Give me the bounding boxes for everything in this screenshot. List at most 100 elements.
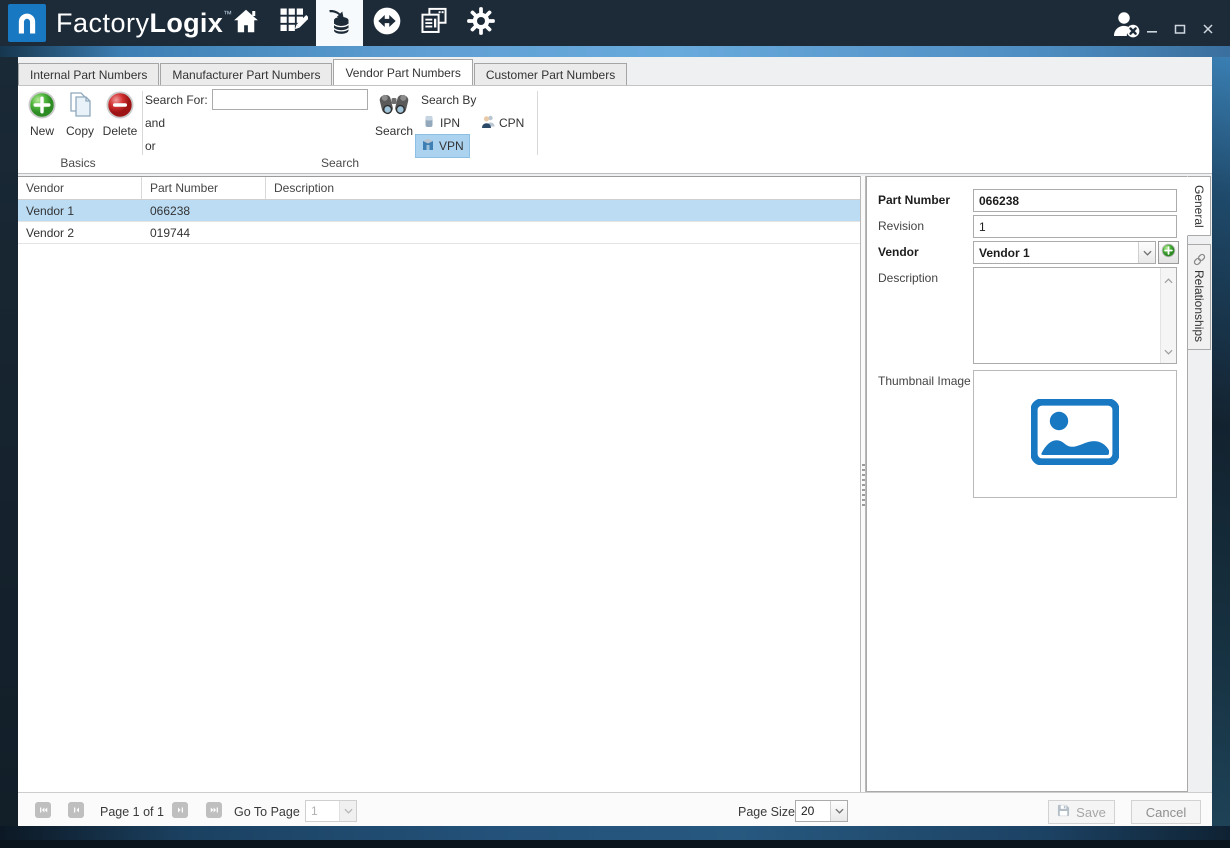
save-button-label: Save — [1076, 805, 1106, 820]
title-bar: FactoryLogix™ — [0, 0, 1230, 46]
search-input[interactable] — [212, 89, 368, 110]
thumbnail-image-box[interactable] — [973, 370, 1177, 498]
new-button[interactable]: New — [24, 90, 60, 138]
maximize-button[interactable] — [1174, 22, 1186, 40]
database-arrow-icon — [325, 6, 355, 41]
cancel-button[interactable]: Cancel — [1131, 800, 1201, 824]
copy-button-label: Copy — [62, 124, 98, 138]
cell-description — [266, 200, 860, 221]
floppy-disk-icon — [1057, 804, 1070, 820]
vendor-dropdown-value: Vendor 1 — [974, 246, 1138, 260]
description-scrollbar[interactable] — [1160, 268, 1176, 363]
vendor-dropdown[interactable]: Vendor 1 — [973, 241, 1156, 264]
tab-internal-part-numbers[interactable]: Internal Part Numbers — [18, 63, 159, 85]
grid-header: Vendor Part Number Description — [18, 177, 860, 200]
nav-settings-button[interactable] — [457, 0, 504, 46]
and-label: and — [145, 116, 165, 130]
table-row[interactable]: Vendor 1 066238 — [18, 200, 860, 222]
cpn-person-icon — [481, 114, 495, 132]
cpn-option-label: CPN — [499, 116, 524, 130]
nav-logistics-button[interactable] — [363, 0, 410, 46]
window-frame-bottom-edge — [0, 840, 1230, 848]
ipn-option-label: IPN — [440, 116, 460, 130]
delete-button-label: Delete — [100, 124, 140, 138]
side-tab-general[interactable]: General — [1187, 176, 1211, 236]
tab-label: Vendor Part Numbers — [345, 66, 460, 80]
window-frame-left — [0, 57, 18, 826]
window-controls — [1146, 22, 1214, 40]
add-vendor-button[interactable] — [1158, 241, 1179, 264]
user-logout-icon — [1110, 27, 1142, 44]
side-tab-label: General — [1192, 185, 1206, 228]
nav-home-button[interactable] — [222, 0, 269, 46]
go-to-page-value: 1 — [306, 804, 339, 818]
ipn-part-icon — [422, 114, 436, 132]
page-size-dropdown[interactable]: 20 — [795, 800, 848, 822]
column-header-vendor[interactable]: Vendor — [18, 177, 142, 199]
app-window: FactoryLogix™ — [0, 0, 1230, 848]
basics-group-label: Basics — [48, 156, 108, 170]
table-row[interactable]: Vendor 2 019744 — [18, 222, 860, 244]
logo-n-icon — [13, 9, 41, 37]
brand-bold: Logix — [150, 8, 224, 39]
chevron-down-icon — [339, 801, 356, 821]
tab-vendor-part-numbers[interactable]: Vendor Part Numbers — [333, 59, 472, 85]
first-page-button[interactable] — [35, 802, 51, 818]
filter-vpn-option[interactable]: VPN — [415, 134, 470, 158]
nav-materials-button[interactable] — [316, 0, 363, 46]
nav-documents-button[interactable] — [410, 0, 457, 46]
nav-engineering-button[interactable] — [269, 0, 316, 46]
new-button-label: New — [24, 124, 60, 138]
binoculars-icon — [378, 109, 410, 123]
transfer-arrows-icon — [371, 5, 403, 42]
next-page-button[interactable] — [172, 802, 188, 818]
cell-vendor: Vendor 1 — [18, 200, 142, 221]
previous-page-icon — [71, 805, 82, 815]
chevron-down-icon — [1138, 242, 1155, 263]
search-button-label: Search — [374, 124, 414, 138]
copy-pages-icon — [65, 109, 95, 123]
content-area: Internal Part Numbers Manufacturer Part … — [18, 57, 1212, 826]
plus-circle-icon — [1161, 243, 1176, 263]
part-number-label: Part Number — [878, 193, 950, 207]
splitter-grip-icon — [862, 464, 865, 508]
grid-pencil-icon — [278, 6, 308, 41]
logout-user-button[interactable] — [1110, 8, 1142, 45]
image-placeholder-icon — [1031, 399, 1119, 470]
chain-link-icon — [1192, 253, 1206, 266]
window-frame-bottom — [0, 826, 1230, 840]
search-button[interactable]: Search — [374, 90, 414, 138]
go-to-page-dropdown[interactable]: 1 — [305, 800, 357, 822]
first-page-icon — [38, 805, 49, 815]
ribbon-separator — [142, 91, 143, 155]
page-size-value: 20 — [796, 804, 830, 818]
scroll-up-icon — [1164, 271, 1173, 289]
or-label: or — [145, 139, 156, 153]
last-page-button[interactable] — [206, 802, 222, 818]
column-header-part-number[interactable]: Part Number — [142, 177, 266, 199]
cancel-button-label: Cancel — [1146, 805, 1186, 820]
close-button[interactable] — [1202, 22, 1214, 40]
save-button[interactable]: Save — [1048, 800, 1115, 824]
description-field[interactable] — [973, 267, 1177, 364]
side-tab-relationships[interactable]: Relationships — [1187, 244, 1211, 350]
tab-customer-part-numbers[interactable]: Customer Part Numbers — [474, 63, 627, 85]
column-header-description[interactable]: Description — [266, 177, 860, 199]
description-label: Description — [878, 271, 938, 285]
tab-manufacturer-part-numbers[interactable]: Manufacturer Part Numbers — [160, 63, 332, 85]
app-title: FactoryLogix™ — [56, 7, 232, 39]
previous-page-button[interactable] — [68, 802, 84, 818]
cell-part-number: 019744 — [142, 222, 266, 243]
minimize-button[interactable] — [1146, 22, 1158, 40]
tab-label: Customer Part Numbers — [486, 68, 615, 82]
vpn-box-icon — [421, 137, 435, 155]
copy-button[interactable]: Copy — [62, 90, 98, 138]
home-icon — [231, 6, 261, 41]
revision-field[interactable] — [973, 215, 1177, 238]
delete-button[interactable]: Delete — [100, 90, 140, 138]
detail-form-panel: Part Number Revision Vendor Vendor 1 — [866, 176, 1188, 792]
filter-cpn-option[interactable]: CPN — [476, 112, 529, 134]
filter-ipn-option[interactable]: IPN — [417, 112, 465, 134]
part-number-field[interactable] — [973, 189, 1177, 212]
page-size-label: Page Size — [738, 805, 795, 819]
